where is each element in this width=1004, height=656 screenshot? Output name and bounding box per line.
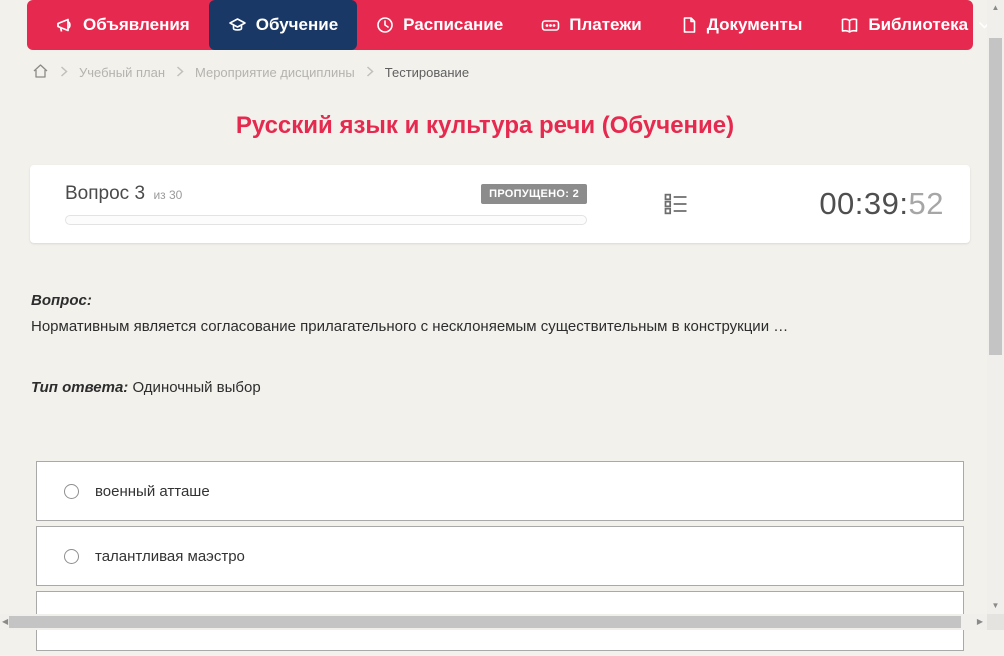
question-list-icon[interactable] [662,190,690,218]
breadcrumb-item-discipline-event[interactable]: Мероприятие дисциплины [195,65,355,80]
vertical-scrollbar[interactable]: ▲ ▼ [987,0,1004,614]
option-label: талантливая маэстро [95,547,245,565]
timer: 00:39:52 [819,186,944,222]
scroll-up-arrow-icon[interactable]: ▲ [987,2,1004,14]
answer-type-label: Тип ответа: [31,379,129,396]
answer-type-value: Одиночный выбор [132,379,261,396]
nav-item-label: Документы [706,15,803,34]
nav-item-label: Библиотека [868,15,969,34]
nav-item-payments[interactable]: Платежи [522,0,661,50]
scroll-right-arrow-icon[interactable]: ▶ [977,614,983,630]
nav-item-label: Расписание [403,15,504,34]
nav-item-learning[interactable]: Обучение [208,0,358,50]
chevron-right-icon [176,65,184,80]
scroll-down-arrow-icon[interactable]: ▼ [987,600,1004,612]
timer-seconds: 52 [908,186,944,221]
option-row[interactable]: военный атташе [36,461,964,521]
nav-item-label: Платежи [569,15,642,34]
scroll-left-arrow-icon[interactable]: ◀ [2,614,8,630]
horizontal-scrollbar-thumb[interactable] [9,616,961,628]
breadcrumb-item-testing: Тестирование [384,65,470,80]
horizontal-scrollbar[interactable]: ◀ ▶ [0,614,987,630]
nav-item-documents[interactable]: Документы [661,0,822,50]
progress-bar [65,215,587,225]
question-total: из 30 [153,188,183,202]
question-text: Нормативным является согласование прилаг… [31,318,789,335]
radio-button[interactable] [64,548,79,564]
clock-icon [376,16,394,34]
banknote-icon [541,16,560,35]
nav-item-announcements[interactable]: Объявления [37,0,209,50]
chevron-right-icon [366,65,374,80]
question-number: Вопрос 3 [65,183,146,204]
option-label: военный атташе [95,482,210,500]
nav-item-label: Объявления [83,15,190,34]
breadcrumb-item-study-plan[interactable]: Учебный план [79,65,165,80]
option-row[interactable]: талантливая маэстро [36,526,964,586]
timer-main: 00:39: [819,186,909,221]
top-navbar: Объявления Обучение Расписание Платежи Д… [27,0,990,50]
chevron-right-icon [60,65,68,80]
nav-item-label: Обучение [255,15,339,34]
quiz-progress-block: Вопрос 3 из 30 ПРОПУЩЕНО: 2 [65,183,587,225]
breadcrumb: Учебный план Мероприятие дисциплины Тест… [32,63,469,82]
megaphone-icon [56,16,74,34]
skipped-badge: ПРОПУЩЕНО: 2 [481,184,587,204]
vertical-scrollbar-thumb[interactable] [989,38,1002,355]
page-title: Русский язык и культура речи (Обучение) [235,112,735,139]
document-icon [680,16,698,34]
home-icon[interactable] [32,63,49,82]
radio-button[interactable] [64,483,79,499]
scrollbar-corner [987,614,1004,630]
nav-item-library[interactable]: Библиотека [821,0,1004,50]
quiz-header-card: Вопрос 3 из 30 ПРОПУЩЕНО: 2 00:39:52 [30,165,970,243]
question-prefix: Вопрос: [31,292,92,309]
answer-type: Тип ответа: Одиночный выбор [31,379,261,396]
nav-item-schedule[interactable]: Расписание [357,0,522,50]
book-icon [840,16,859,35]
graduation-cap-icon [228,16,247,35]
